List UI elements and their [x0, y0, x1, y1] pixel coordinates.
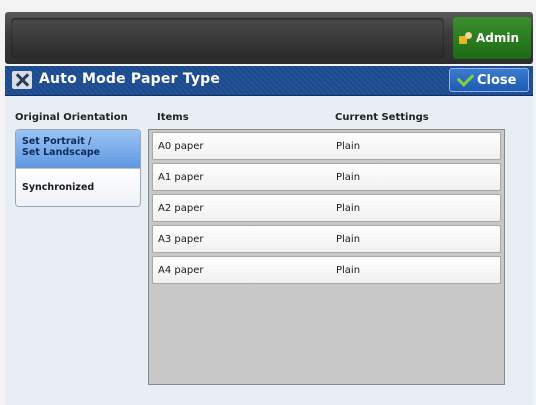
option-label-line-1: Set Portrait / [22, 136, 92, 147]
item-setting: Plain [336, 234, 361, 245]
current-settings-column-header: Current Settings [335, 112, 429, 123]
orientation-heading: Original Orientation [15, 112, 128, 123]
item-name: A4 paper [158, 265, 204, 276]
close-label: Close [477, 72, 517, 88]
item-name: A2 paper [158, 203, 204, 214]
item-setting: Plain [336, 203, 361, 214]
tools-icon [12, 71, 32, 89]
title-bar: Auto Mode Paper Type Close [5, 66, 533, 96]
admin-label: Admin [476, 31, 520, 45]
option-label-line-2: Set Landscape [22, 147, 101, 158]
list-item[interactable]: A4 paper Plain [152, 256, 501, 284]
scroll-rail [515, 129, 529, 385]
list-item[interactable]: A0 paper Plain [152, 132, 501, 160]
item-setting: Plain [336, 172, 361, 183]
close-button[interactable]: Close [449, 68, 529, 92]
option-label: Synchronized [22, 182, 95, 193]
list-item[interactable]: A3 paper Plain [152, 225, 501, 253]
option-synchronized[interactable]: Synchronized [16, 168, 140, 206]
list-item[interactable]: A1 paper Plain [152, 163, 501, 191]
page-title: Auto Mode Paper Type [39, 71, 221, 87]
item-name: A3 paper [158, 234, 204, 245]
item-setting: Plain [336, 265, 361, 276]
item-name: A0 paper [158, 141, 204, 152]
list-item[interactable]: A2 paper Plain [152, 194, 501, 222]
option-set-portrait-landscape[interactable]: Set Portrait / Set Landscape [16, 130, 140, 168]
items-column-header: Items [157, 112, 189, 123]
item-name: A1 paper [158, 172, 204, 183]
orientation-options: Set Portrait / Set Landscape Synchronize… [15, 129, 141, 207]
screen: Admin Auto Mode Paper Type Close Origina… [0, 0, 536, 405]
message-area [11, 18, 444, 58]
content-area: Original Orientation Items Current Setti… [5, 96, 533, 405]
item-setting: Plain [336, 141, 361, 152]
admin-button[interactable]: Admin [453, 17, 531, 59]
status-bar: Admin [5, 12, 533, 64]
paper-type-list: A0 paper Plain A1 paper Plain A2 paper P… [148, 129, 505, 385]
admin-icon [459, 32, 473, 44]
checkmark-icon [456, 69, 475, 87]
